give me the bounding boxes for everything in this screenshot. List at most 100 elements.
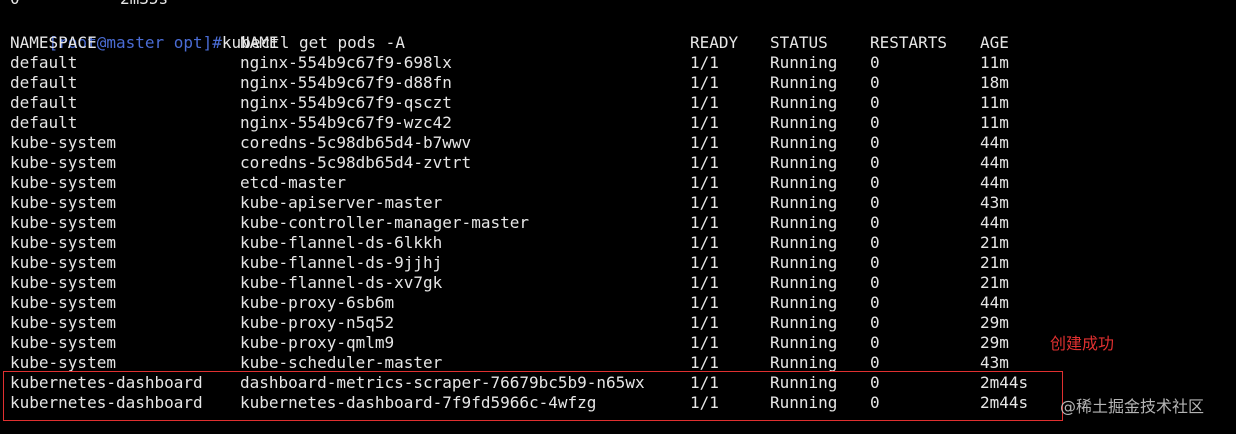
cell-age: 21m <box>980 233 1009 252</box>
cell-status: Running <box>770 313 838 332</box>
cell-status: Running <box>770 193 838 212</box>
cell-age: 43m <box>980 353 1009 372</box>
cell-ready: 1/1 <box>690 253 719 272</box>
cell-name: etcd-master <box>240 173 346 192</box>
cell-status: Running <box>770 293 838 312</box>
cell-restarts: 0 <box>870 353 880 372</box>
cell-restarts: 0 <box>870 213 880 232</box>
cell-namespace: kube-system <box>10 333 116 352</box>
cell-namespace: kube-system <box>10 153 116 172</box>
header-name: NAME <box>240 33 279 52</box>
cell-ready: 1/1 <box>690 293 719 312</box>
cell-ready: 1/1 <box>690 333 719 352</box>
cell-ready: 1/1 <box>690 353 719 372</box>
previous-output-line: 0 2m35s <box>10 0 168 9</box>
cell-restarts: 0 <box>870 253 880 272</box>
cell-name: kube-flannel-ds-6lkkh <box>240 233 443 252</box>
cell-status: Running <box>770 213 838 232</box>
cell-name: kube-proxy-n5q52 <box>240 313 395 332</box>
cell-ready: 1/1 <box>690 93 719 112</box>
cell-age: 29m <box>980 313 1009 332</box>
table-row: kube-system kube-flannel-ds-xv7gk 1/1 Ru… <box>10 273 1009 293</box>
cell-status: Running <box>770 173 838 192</box>
cell-age: 44m <box>980 153 1009 172</box>
cell-status: Running <box>770 93 838 112</box>
cell-restarts: 0 <box>870 113 880 132</box>
cell-status: Running <box>770 153 838 172</box>
table-row: kube-system kube-proxy-n5q52 1/1 Running… <box>10 313 1009 333</box>
table-row: default nginx-554b9c67f9-d88fn 1/1 Runni… <box>10 73 1009 93</box>
cell-namespace: default <box>10 73 78 92</box>
cell-age: 44m <box>980 293 1009 312</box>
terminal-window[interactable]: 0 2m35s [root@master opt]#kubectl get po… <box>0 0 1236 434</box>
cell-namespace: kube-system <box>10 213 116 232</box>
cell-namespace: kube-system <box>10 133 116 152</box>
cell-namespace: kube-system <box>10 253 116 272</box>
cell-namespace: kube-system <box>10 353 116 372</box>
cell-age: 11m <box>980 113 1009 132</box>
cell-ready: 1/1 <box>690 173 719 192</box>
cell-namespace: default <box>10 53 78 72</box>
watermark: @稀土掘金技术社区 <box>1060 397 1205 416</box>
cell-status: Running <box>770 233 838 252</box>
cell-status: Running <box>770 133 838 152</box>
table-row: kube-system kube-scheduler-master 1/1 Ru… <box>10 353 1009 373</box>
cell-name: kube-scheduler-master <box>240 353 443 372</box>
annotation-label: 创建成功 <box>1050 334 1115 353</box>
cell-name: kube-apiserver-master <box>240 193 443 212</box>
cell-restarts: 0 <box>870 173 880 192</box>
highlight-box <box>3 371 1063 421</box>
cell-namespace: default <box>10 93 78 112</box>
cell-namespace: default <box>10 113 78 132</box>
cell-status: Running <box>770 353 838 372</box>
cell-age: 44m <box>980 173 1009 192</box>
cell-name: nginx-554b9c67f9-qsczt <box>240 93 452 112</box>
cell-age: 21m <box>980 253 1009 272</box>
cell-age: 18m <box>980 73 1009 92</box>
header-ready: READY <box>690 33 739 52</box>
cell-restarts: 0 <box>870 93 880 112</box>
cell-namespace: kube-system <box>10 293 116 312</box>
cell-namespace: kube-system <box>10 273 116 292</box>
command-line: [root@master opt]#kubectl get pods -A <box>10 13 405 52</box>
table-row: kube-system kube-flannel-ds-9jjhj 1/1 Ru… <box>10 253 1009 273</box>
cell-age: 44m <box>980 133 1009 152</box>
cell-namespace: kube-system <box>10 193 116 212</box>
cell-ready: 1/1 <box>690 273 719 292</box>
header-status: STATUS <box>770 33 828 52</box>
table-row: default nginx-554b9c67f9-698lx 1/1 Runni… <box>10 53 1009 73</box>
cell-ready: 1/1 <box>690 313 719 332</box>
cell-name: coredns-5c98db65d4-zvtrt <box>240 153 472 172</box>
cell-name: nginx-554b9c67f9-wzc42 <box>240 113 452 132</box>
cell-restarts: 0 <box>870 233 880 252</box>
cell-age: 44m <box>980 213 1009 232</box>
cell-restarts: 0 <box>870 193 880 212</box>
cell-namespace: kube-system <box>10 173 116 192</box>
cell-restarts: 0 <box>870 293 880 312</box>
header-namespace: NAMESPACE <box>10 33 97 52</box>
cell-ready: 1/1 <box>690 193 719 212</box>
cell-age: 43m <box>980 193 1009 212</box>
header-age: AGE <box>980 33 1009 52</box>
table-row: default nginx-554b9c67f9-qsczt 1/1 Runni… <box>10 93 1009 113</box>
table-row: kube-system kube-controller-manager-mast… <box>10 213 1009 233</box>
table-row: kube-system kube-proxy-qmlm9 1/1 Running… <box>10 333 1009 353</box>
cell-status: Running <box>770 253 838 272</box>
previous-output-col2: 2m35s <box>120 0 168 9</box>
cell-restarts: 0 <box>870 273 880 292</box>
table-row: kube-system etcd-master 1/1 Running 0 44… <box>10 173 1009 193</box>
cell-namespace: kube-system <box>10 313 116 332</box>
cell-ready: 1/1 <box>690 213 719 232</box>
cell-age: 29m <box>980 333 1009 352</box>
cell-restarts: 0 <box>870 153 880 172</box>
cell-name: kube-proxy-6sb6m <box>240 293 395 312</box>
cell-ready: 1/1 <box>690 73 719 92</box>
cell-status: Running <box>770 53 838 72</box>
cell-age: 11m <box>980 93 1009 112</box>
table-row: default nginx-554b9c67f9-wzc42 1/1 Runni… <box>10 113 1009 133</box>
cell-name: nginx-554b9c67f9-698lx <box>240 53 452 72</box>
cell-age: 21m <box>980 273 1009 292</box>
table-row: kube-system kube-proxy-6sb6m 1/1 Running… <box>10 293 1009 313</box>
cell-namespace: kube-system <box>10 233 116 252</box>
table-row: kube-system coredns-5c98db65d4-zvtrt 1/1… <box>10 153 1009 173</box>
